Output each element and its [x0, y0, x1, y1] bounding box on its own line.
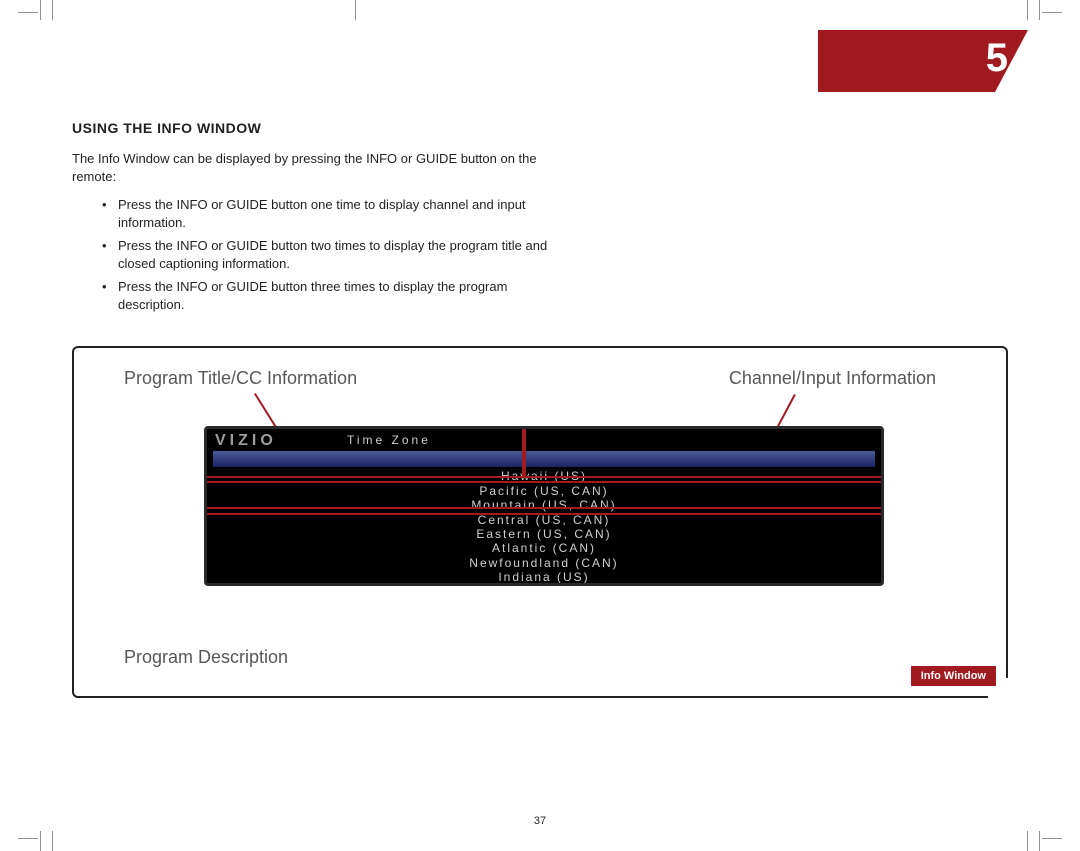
crop-mark: [1039, 0, 1040, 20]
crop-mark: [40, 0, 41, 20]
section-title: USING THE INFO WINDOW: [72, 120, 1008, 136]
steps-list: Press the INFO or GUIDE button one time …: [102, 193, 552, 316]
callout-program-title-cc: Program Title/CC Information: [124, 368, 357, 389]
crop-mark: [1042, 838, 1062, 839]
crop-mark: [18, 12, 38, 13]
crop-mark: [52, 0, 53, 20]
crop-mark: [18, 838, 38, 839]
crop-mark: [52, 831, 53, 851]
intro-text: The Info Window can be displayed by pres…: [72, 150, 552, 185]
highlight-rect-description: [204, 513, 884, 586]
content-area: USING THE INFO WINDOW The Info Window ca…: [72, 120, 1008, 698]
crop-mark: [1027, 831, 1028, 851]
highlight-rect-channel-input: [524, 426, 884, 478]
list-item: Press the INFO or GUIDE button three tim…: [102, 275, 552, 316]
crop-mark: [40, 831, 41, 851]
crop-mark: [355, 0, 356, 20]
list-item: Press the INFO or GUIDE button two times…: [102, 234, 552, 275]
figure-label: Info Window: [911, 666, 996, 686]
highlight-rect-middle: [204, 481, 884, 509]
callout-program-description: Program Description: [124, 647, 288, 668]
highlight-rect-program-title: [204, 426, 524, 478]
tv-list-item: Arizona (US): [207, 585, 881, 587]
crop-mark: [1027, 0, 1028, 20]
tv-screenshot: VIZIO Time Zone Hawaii (US) Pacific (US,…: [204, 426, 884, 586]
figure-box: Program Title/CC Information Channel/Inp…: [72, 346, 1008, 698]
crop-mark: [1042, 12, 1062, 13]
page-number: 37: [534, 815, 546, 827]
page: 5 USING THE INFO WINDOW The Info Window …: [52, 20, 1028, 831]
list-item: Press the INFO or GUIDE button one time …: [102, 193, 552, 234]
callout-channel-input: Channel/Input Information: [729, 368, 936, 389]
crop-mark: [1039, 831, 1040, 851]
chapter-number: 5: [986, 36, 1008, 81]
chapter-tab: 5: [818, 30, 1028, 92]
